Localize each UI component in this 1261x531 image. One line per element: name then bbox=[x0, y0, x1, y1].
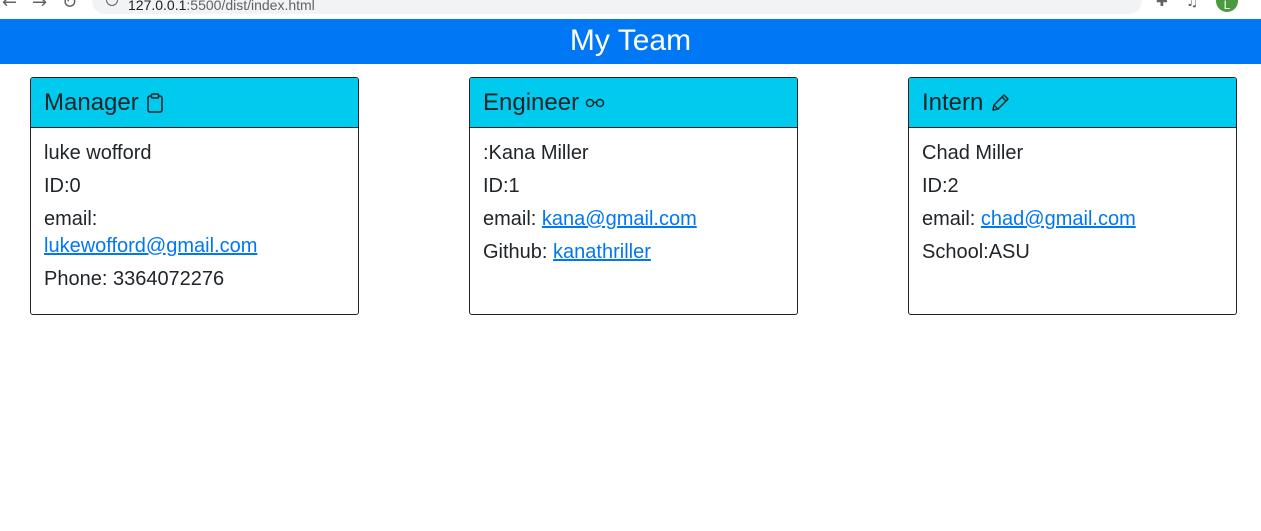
github: Github: kanathriller bbox=[483, 239, 784, 266]
reload-icon[interactable]: ↻ bbox=[62, 0, 77, 13]
intern-card: Intern Chad Miller ID:2 email: chad@gmai… bbox=[908, 77, 1237, 315]
card-role-title: Manager bbox=[44, 88, 139, 116]
employee-id: ID:1 bbox=[483, 175, 520, 197]
github-label: Github: bbox=[483, 241, 548, 263]
email-link[interactable]: kana@gmail.com bbox=[542, 208, 697, 230]
employee-id: ID:2 bbox=[922, 175, 959, 197]
engineer-card: Engineer :Kana Miller ID:1 email: kana@g… bbox=[469, 77, 798, 315]
manager-card: Manager luke wofford ID:0 email: lukewof… bbox=[30, 77, 359, 315]
email-label: email: bbox=[44, 208, 98, 230]
school: School:ASU bbox=[922, 241, 1030, 263]
card-role-title: Intern bbox=[922, 88, 984, 116]
card-header: Engineer bbox=[470, 78, 797, 128]
pencil-icon bbox=[989, 92, 1011, 114]
card-body: Chad Miller ID:2 email: chad@gmail.com S… bbox=[909, 128, 1236, 284]
glasses-icon bbox=[585, 96, 605, 110]
back-arrow-icon[interactable]: ← bbox=[2, 0, 17, 13]
card-header: Manager bbox=[31, 78, 358, 128]
clipboard-icon bbox=[145, 92, 165, 114]
card-role-title: Engineer bbox=[483, 88, 580, 116]
browser-toolbar: ← → ↻ 127.0.0.1:5500/dist/index.html ⌕ ⎘… bbox=[0, 0, 1261, 19]
email-link[interactable]: lukewofford@gmail.com bbox=[44, 235, 257, 257]
employee-name: :Kana Miller bbox=[483, 142, 589, 164]
info-icon[interactable] bbox=[106, 0, 118, 6]
email-label: email: bbox=[483, 208, 537, 230]
card-body: :Kana Miller ID:1 email: kana@gmail.com … bbox=[470, 128, 797, 284]
email-link[interactable]: chad@gmail.com bbox=[981, 208, 1136, 230]
employee-email: email: kana@gmail.com bbox=[483, 206, 784, 233]
card-header: Intern bbox=[909, 78, 1236, 128]
profile-avatar[interactable]: L bbox=[1216, 0, 1238, 12]
address-bar[interactable]: 127.0.0.1:5500/dist/index.html ⌕ ⎘ ☆ bbox=[92, 0, 1142, 14]
employee-name: Chad Miller bbox=[922, 142, 1024, 164]
office-phone: Phone: 3364072276 bbox=[44, 268, 225, 290]
employee-id: ID:0 bbox=[44, 175, 81, 197]
extensions-icon[interactable]: ✚ bbox=[1156, 0, 1168, 10]
email-label: email: bbox=[922, 208, 976, 230]
url-text: 127.0.0.1:5500/dist/index.html bbox=[128, 0, 315, 13]
employee-email: email: lukewofford@gmail.com bbox=[44, 206, 345, 260]
card-body: luke wofford ID:0 email: lukewofford@gma… bbox=[31, 128, 358, 311]
employee-name: luke wofford bbox=[44, 142, 152, 164]
github-link[interactable]: kanathriller bbox=[553, 241, 651, 263]
forward-arrow-icon[interactable]: → bbox=[32, 0, 47, 13]
page-title: My Team bbox=[0, 19, 1261, 64]
employee-email: email: chad@gmail.com bbox=[922, 206, 1223, 233]
media-control-icon[interactable]: ♫ bbox=[1186, 0, 1199, 10]
